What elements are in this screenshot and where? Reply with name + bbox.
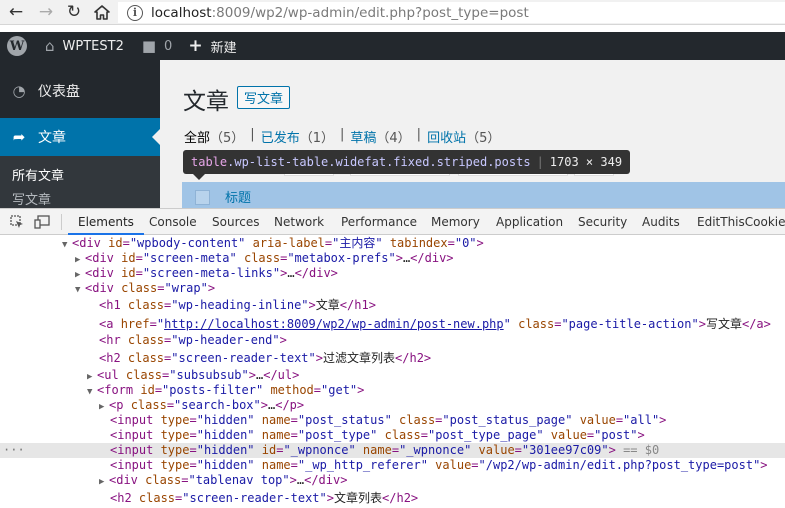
site-name: WPTEST2 <box>62 38 124 54</box>
main-content: 文章 写文章 全部 （5） | 已发布 （1） | 草稿 （4） | 回收站 （5） 标… <box>160 60 785 208</box>
dom-tree: ▼ <div id="wpbody-content" aria-label="主内… <box>0 236 785 508</box>
submenu-add-new[interactable]: 写文章 <box>12 189 51 208</box>
forward-arrow-icon[interactable]: → <box>35 1 57 23</box>
comments-link[interactable]: ■ 0 <box>142 37 172 55</box>
tab-audits[interactable]: Audits <box>642 209 680 235</box>
url-host: localhost <box>151 4 212 21</box>
tooltip-divider: | <box>536 155 544 169</box>
dom-node-selected[interactable]: ··· <input type="hidden" id="_wpnonce" na… <box>0 443 785 458</box>
dom-node[interactable]: ▶ <div id="screen-meta" class="metabox-pr… <box>0 251 785 266</box>
url-path: :8009/wp2/wp-admin/edit.php?post_type=po… <box>211 4 529 21</box>
inspect-element-icon[interactable] <box>9 214 25 230</box>
tab-security[interactable]: Security <box>578 209 627 235</box>
site-info-icon[interactable]: i <box>127 4 143 21</box>
column-title-header[interactable]: 标题 <box>225 187 251 206</box>
tab-sources[interactable]: Sources <box>212 209 259 235</box>
dom-node[interactable]: ▼ <div class="wrap"> <box>0 281 785 296</box>
device-toolbar-icon[interactable] <box>34 214 50 230</box>
plus-icon: + <box>188 36 203 56</box>
filter-trash-count: （5） <box>466 131 501 146</box>
new-content-link[interactable]: + 新建 <box>188 36 236 56</box>
dom-node[interactable]: <input type="hidden" name="_wp_http_refe… <box>0 458 785 473</box>
posts-submenu: 所有文章 写文章 <box>0 156 160 208</box>
filter-trash[interactable]: 回收站 <box>427 127 466 146</box>
tab-application[interactable]: Application <box>496 209 563 235</box>
toolbar-divider <box>61 214 62 230</box>
tooltip-dimensions: 1703 × 349 <box>549 155 623 169</box>
back-arrow-icon[interactable]: ← <box>5 1 27 23</box>
tab-network[interactable]: Network <box>274 209 324 235</box>
dom-node[interactable]: ▶ <div class="tablenav top">…</div> <box>0 473 785 488</box>
status-filters: 全部 （5） | 已发布 （1） | 草稿 （4） | 回收站 （5） <box>184 127 500 146</box>
dom-node[interactable]: ▶ <p class="search-box">…</p> <box>0 398 785 413</box>
dom-node[interactable]: <hr class="wp-header-end"> <box>0 333 785 348</box>
pushpin-icon: ➦ <box>12 128 26 146</box>
select-all-checkbox[interactable] <box>195 190 210 205</box>
sidebar-item-posts[interactable]: ➦ 文章 <box>0 118 160 156</box>
submenu-all-posts[interactable]: 所有文章 <box>12 165 64 184</box>
wordpress-logo-icon[interactable]: W <box>7 36 27 56</box>
dom-node[interactable]: <a href="http://localhost:8009/wp2/wp-ad… <box>0 317 785 332</box>
dom-node[interactable]: ▼ <form id="posts-filter" method="get"> <box>0 383 785 398</box>
dom-node[interactable]: <input type="hidden" name="post_type" cl… <box>0 428 785 443</box>
tab-console[interactable]: Console <box>149 209 197 235</box>
reload-icon[interactable]: ↻ <box>63 1 85 23</box>
filter-published[interactable]: 已发布 <box>261 127 300 146</box>
dom-node[interactable]: ▶ <div id="screen-meta-links">…</div> <box>0 266 785 281</box>
filter-all[interactable]: 全部 <box>184 127 210 146</box>
site-name-link[interactable]: ⌂ WPTEST2 <box>45 37 124 55</box>
dashboard-icon: ◔ <box>12 82 26 100</box>
comment-count: 0 <box>164 38 173 54</box>
dom-node[interactable]: ▶ <ul class="subsubsub">…</ul> <box>0 368 785 383</box>
devtools-panel: Elements Console Sources Network Perform… <box>0 208 785 508</box>
filter-separator: | <box>416 127 422 142</box>
admin-sidebar: ◔ 仪表盘 ➦ 文章 所有文章 写文章 <box>0 60 160 208</box>
page-title: 文章 <box>183 89 229 115</box>
sidebar-item-dashboard[interactable]: ◔ 仪表盘 <box>0 72 160 110</box>
comment-icon: ■ <box>141 37 157 55</box>
home-icon: ⌂ <box>45 37 55 55</box>
tab-performance[interactable]: Performance <box>341 209 417 235</box>
filter-drafts-count: （4） <box>376 131 411 146</box>
dom-node[interactable]: ▼ <div id="wpbody-content" aria-label="主内… <box>0 236 785 251</box>
tooltip-tag: table <box>191 155 228 169</box>
devtools-tab-bar: Elements Console Sources Network Perform… <box>0 209 785 235</box>
tooltip-classes: .wp-list-table.widefat.fixed.striped.pos… <box>227 155 531 169</box>
address-bar[interactable]: i localhost:8009/wp2/wp-admin/edit.php?p… <box>118 2 785 23</box>
filter-separator: | <box>339 127 345 142</box>
tab-memory[interactable]: Memory <box>431 209 480 235</box>
dom-node[interactable]: <h1 class="wp-heading-inline">文章</h1> <box>0 298 785 313</box>
tab-elements[interactable]: Elements <box>68 209 144 235</box>
browser-toolbar: ← → ↻ i localhost:8009/wp2/wp-admin/edit… <box>0 0 785 25</box>
filter-all-count: （5） <box>210 131 245 146</box>
posts-table-header: 标题 <box>182 182 785 208</box>
inspector-tooltip: table .wp-list-table.widefat.fixed.stripe… <box>183 150 631 180</box>
dom-node[interactable]: <input type="hidden" name="post_status" … <box>0 413 785 428</box>
new-label: 新建 <box>210 40 237 56</box>
home-icon[interactable] <box>91 1 113 23</box>
wp-admin-bar: W ⌂ WPTEST2 ■ 0 + 新建 <box>0 32 785 60</box>
tab-editthiscookie[interactable]: EditThisCookie <box>697 209 785 235</box>
dom-node[interactable]: <h2 class="screen-reader-text">过滤文章列表</h… <box>0 351 785 366</box>
dom-node[interactable]: <h2 class="screen-reader-text">文章列表</h2> <box>0 491 785 506</box>
sidebar-item-label: 文章 <box>38 130 66 146</box>
filter-published-count: （1） <box>299 131 334 146</box>
add-new-button[interactable]: 写文章 <box>237 86 291 109</box>
more-options-icon[interactable]: ··· <box>3 443 25 458</box>
filter-drafts[interactable]: 草稿 <box>350 127 376 146</box>
sidebar-item-label: 仪表盘 <box>38 84 80 100</box>
filter-separator: | <box>250 127 255 142</box>
